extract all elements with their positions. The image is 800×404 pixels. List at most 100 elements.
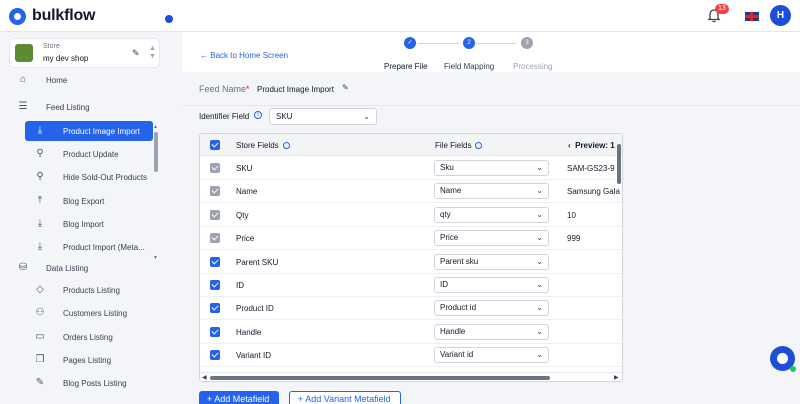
add-metafield-button[interactable]: + Add Metafield [199,391,279,404]
row-checkbox[interactable] [210,280,220,290]
store-field-label: Qty [236,210,249,220]
store-field-label: Parent SKU [236,257,279,267]
step-number-3: 3 [521,37,533,49]
database-icon: ⛁ [18,262,28,273]
file-field-select[interactable]: Variant id ⌄ [434,347,549,364]
sidebar-item-blog-posts-listing[interactable]: ✎ Blog Posts Listing [0,373,155,393]
avatar[interactable]: H [770,5,791,26]
download-icon: ⤓ [37,125,43,136]
pages-icon: ❐ [35,354,45,365]
top-bar: bulkflow 13 H [0,0,800,32]
file-field-select[interactable]: Handle ⌄ [434,323,549,340]
logo-icon [9,7,26,25]
store-field-label: Price [236,234,255,244]
online-status-dot [790,366,796,372]
store-field-label: Name [236,187,258,197]
sidebar-item-data-listing[interactable]: ⛁ Data Listing [0,258,155,278]
select-all-checkbox[interactable] [210,140,220,150]
file-field-value: Product id [440,303,477,313]
pencil-icon[interactable]: ✎ [342,83,349,92]
sidebar-item-label: Blog Export [63,196,105,206]
row-checkbox [210,163,220,173]
sidebar-scroll-down-icon[interactable]: ▼ [153,255,158,261]
file-field-select[interactable]: Price ⌄ [434,230,549,247]
sidebar-scroll-up-icon[interactable]: ▲ [153,124,158,130]
edit-icon: ✎ [35,377,45,388]
preview-value: SAM-GS23-9 [567,164,615,173]
preview-value: 10 [567,210,576,220]
download-icon: ⤓ [37,218,43,229]
table-row: Variant ID Variant id ⌄ [200,344,622,368]
chevron-down-icon: ⌄ [536,350,543,360]
step-number-2: 2 [463,37,475,49]
sidebar-item-orders-listing[interactable]: ▭ Orders Listing [0,327,155,347]
sidebar-item-label: Product Update [63,149,119,159]
info-icon[interactable] [475,142,483,149]
back-link[interactable]: ← Back to Home Screen [200,51,288,60]
row-checkbox [210,209,220,220]
scroll-left-icon[interactable]: ◀ [202,374,207,381]
field-mapping-table: Store Fields File Fields ‹ Preview: 1 SK… [199,133,623,382]
sidebar-item-products-listing[interactable]: ◇ Products Listing [0,280,155,300]
file-field-value: qty [440,209,451,219]
file-field-select[interactable]: Sku ⌄ [434,160,549,176]
identifier-field-select[interactable]: SKU ⌄ [269,108,377,125]
file-field-value: Price [440,233,459,243]
store-name: my dev shop [43,54,89,63]
table-row: SKU Sku ⌄ SAM-GS23-9 [200,157,622,180]
sidebar-item-blog-import[interactable]: ⤓ Blog Import [0,214,155,234]
preview-value: 999 [567,234,581,244]
info-icon[interactable] [282,142,290,149]
file-field-value: Sku [440,163,454,172]
file-field-select[interactable]: Name ⌄ [434,183,549,200]
file-field-select[interactable]: Parent sku ⌄ [434,253,549,270]
sidebar-toggle-icon[interactable] [165,15,173,23]
file-field-select[interactable]: Product id ⌄ [434,300,549,317]
identifier-field-value: SKU [276,112,293,121]
check-icon: ✓ [404,37,416,49]
pencil-icon[interactable]: ✎ [132,48,140,59]
row-checkbox[interactable] [210,326,220,337]
sidebar-item-blog-export[interactable]: ⤒ Blog Export [0,191,155,211]
sidebar-item-product-image-import[interactable]: ⤓ Product Image Import [25,121,153,141]
row-checkbox[interactable] [210,350,220,361]
chevron-down-icon: ⌄ [536,326,543,336]
chevron-down-icon: ⌄ [536,233,543,243]
file-field-select[interactable]: ID ⌄ [434,277,549,293]
row-checkbox[interactable] [210,256,220,267]
sidebar-item-label: Blog Posts Listing [63,378,127,388]
info-icon[interactable]: i [254,111,262,119]
sidebar-item-label: Hide Sold-Out Products [63,172,148,182]
app-logo[interactable]: bulkflow [9,7,95,25]
sidebar-item-product-update[interactable]: ⚲ Product Update [0,144,155,164]
chevron-down-icon: ⌄ [536,256,543,266]
sidebar-item-home[interactable]: ⌂ Home [0,70,155,90]
step-label-processing: Processing [513,62,553,71]
notification-badge: 13 [715,4,729,14]
file-field-value: Handle [440,326,466,336]
sidebar-item-customers-listing[interactable]: ⚇ Customers Listing [0,303,155,323]
chevron-updown-icon[interactable]: ▲ ▼ [149,45,156,61]
header-card: ← Back to Home Screen ✓ 2 3 Prepare File… [182,32,800,72]
store-field-label: ID [236,281,244,290]
add-variant-metafield-button[interactable]: + Add Variant Metafield [289,391,401,404]
store-field-label: SKU [236,164,253,173]
scroll-right-icon[interactable]: ▶ [614,374,619,381]
file-field-select[interactable]: qty ⌄ [434,206,549,223]
table-vertical-scrollbar[interactable] [617,144,621,184]
uk-flag-icon[interactable] [745,12,759,21]
sidebar-item-hide-sold-out-products[interactable]: ⚲ Hide Sold-Out Products [0,167,155,187]
table-horizontal-scrollbar[interactable] [210,376,550,380]
chevron-down-icon: ⌄ [363,112,370,121]
sidebar-item-pages-listing[interactable]: ❐ Pages Listing [0,350,155,370]
table-row: Price Price ⌄ 999 [200,227,622,251]
file-field-value: Variant id [440,350,474,360]
row-checkbox[interactable] [210,303,220,314]
store-selector[interactable]: Store my dev shop ✎ ▲ ▼ [9,38,160,68]
sidebar-scrollbar[interactable] [154,132,158,172]
sidebar-item-product-import-meta[interactable]: ⤓ Product Import (Meta... [0,237,155,257]
feed-name-value: Product Image Import [257,85,334,94]
table-row: Handle Handle ⌄ [200,321,622,344]
step-label-prepare: Prepare File [384,62,428,71]
sidebar-item-feed-listing[interactable]: ☰ Feed Listing [0,97,155,117]
